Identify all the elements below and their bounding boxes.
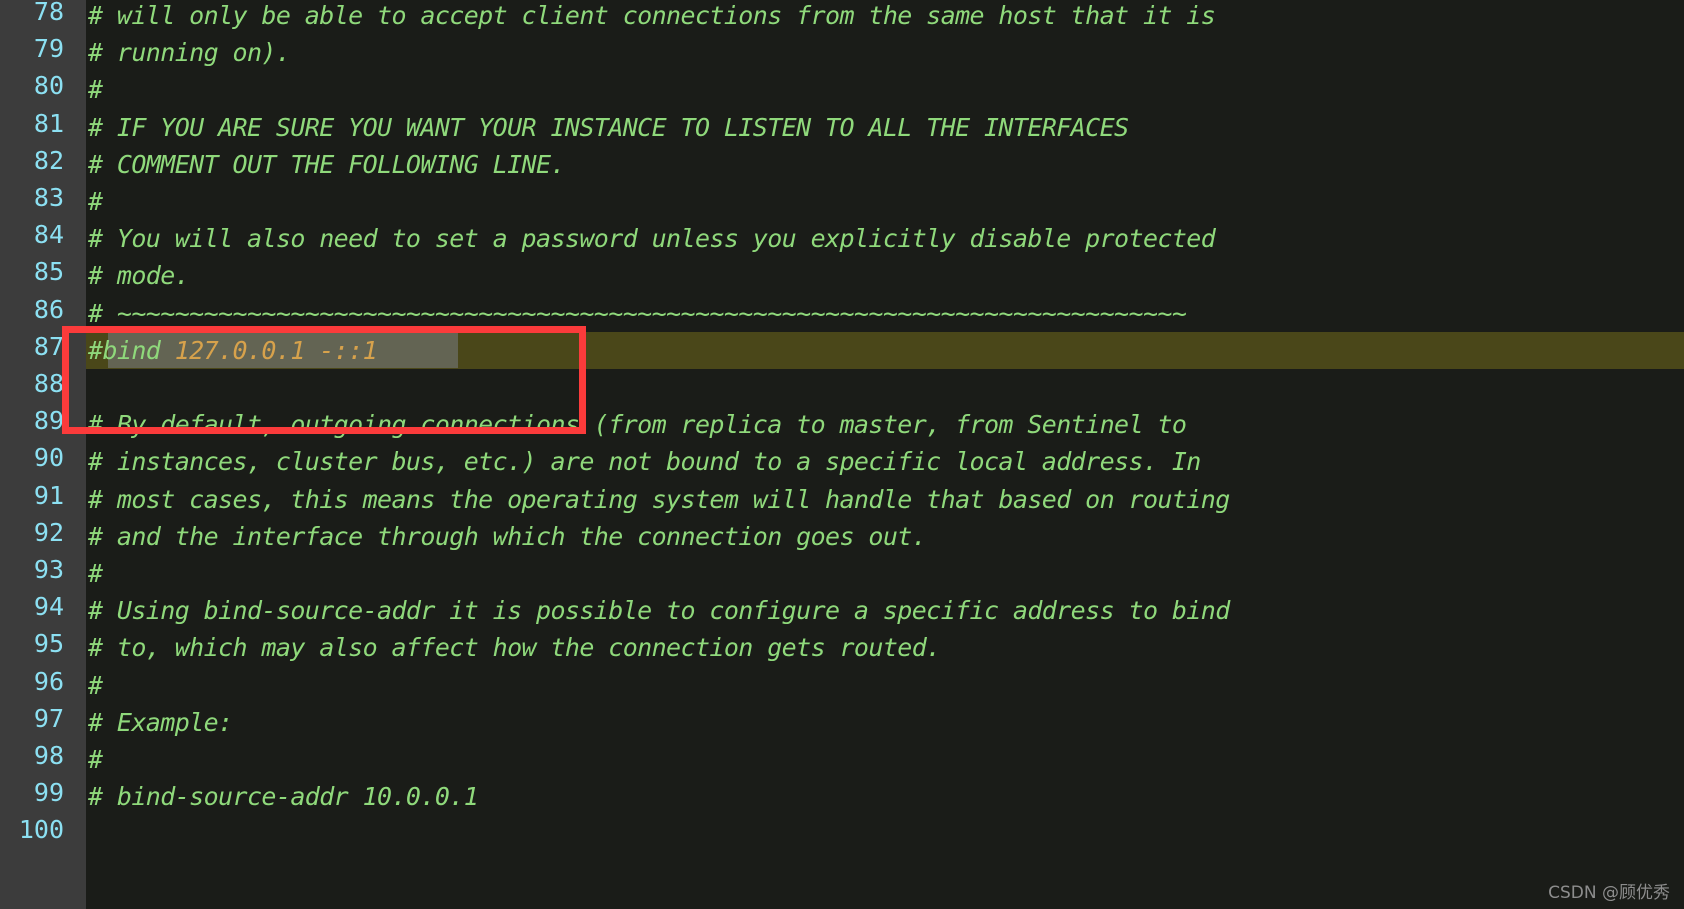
code-line[interactable]: # running on). (0, 34, 1684, 71)
code-line-text: # most cases, this means the operating s… (88, 484, 1230, 514)
code-line-text: # (88, 187, 103, 216)
line-number: 85 (33, 257, 64, 287)
line-number: 82 (33, 145, 64, 175)
line-number: 86 (33, 294, 64, 324)
code-line-text: # (88, 745, 103, 774)
line-number: 81 (33, 108, 64, 138)
code-line-text: # By default, outgoing connections (from… (88, 410, 1187, 440)
code-line-text: # IF YOU ARE SURE YOU WANT YOUR INSTANCE… (88, 112, 1129, 142)
line-number: 92 (33, 517, 64, 547)
line-number: 91 (33, 480, 64, 510)
code-line-text: # and the interface through which the co… (88, 521, 927, 551)
line-number: 87 (33, 331, 64, 361)
line-number: 99 (33, 778, 64, 808)
code-line[interactable] (0, 369, 1684, 406)
code-line[interactable]: # (0, 667, 1684, 704)
code-surface[interactable]: # will only be able to accept client con… (0, 0, 1684, 909)
code-line[interactable]: # most cases, this means the operating s… (0, 481, 1684, 518)
code-line-text: # (88, 559, 103, 588)
line-number: 98 (33, 741, 64, 770)
line-number: 95 (33, 629, 64, 659)
code-line[interactable]: # Using bind-source-addr it is possible … (0, 592, 1684, 629)
line-number-gutter: 78 79 80 81 82 83 84 85 86 87 88 89 90 91 92 93 94 95 96 97… (0, 0, 86, 909)
code-line[interactable]: # (0, 555, 1684, 592)
code-line[interactable]: # IF YOU ARE SURE YOU WANT YOUR INSTANCE… (0, 109, 1684, 146)
code-line[interactable]: # and the interface through which the co… (0, 518, 1684, 555)
line-number: 89 (33, 406, 64, 436)
line-number: 97 (33, 703, 64, 733)
code-line-text: # Example: (88, 707, 233, 737)
code-line-text: # mode. (88, 261, 190, 291)
code-line-text: # (88, 670, 103, 700)
line-number: 88 (33, 369, 64, 398)
code-line-text: # COMMENT OUT THE FOLLOWING LINE. (88, 149, 566, 179)
code-line[interactable]: # bind-source-addr 10.0.0.1 (0, 778, 1684, 815)
code-editor[interactable]: 78 79 80 81 82 83 84 85 86 87 88 89 90 91 92 93 94 95 96 97… (0, 0, 1684, 909)
code-line[interactable]: # COMMENT OUT THE FOLLOWING LINE. (0, 146, 1684, 183)
code-line[interactable]: # instances, cluster bus, etc.) are not … (0, 443, 1684, 480)
code-line-text: # You will also need to set a password u… (88, 224, 1216, 254)
line-number: 83 (33, 183, 64, 212)
code-line-text: # ~~~~~~~~~~~~~~~~~~~~~~~~~~~~~~~~~~~~~~… (88, 298, 1187, 328)
bind-value-token: 127.0.0.1 -::1 (174, 335, 378, 365)
code-line-text: # running on). (88, 38, 291, 68)
code-line[interactable]: # (0, 741, 1684, 778)
code-line-text: # (88, 75, 103, 105)
csdn-watermark: CSDN @顾优秀 (1548, 883, 1670, 903)
code-line[interactable]: # You will also need to set a password u… (0, 220, 1684, 257)
line-number: 84 (33, 220, 64, 250)
token-separator (160, 336, 174, 365)
line-number: 100 (18, 815, 64, 845)
code-line[interactable]: # (0, 183, 1684, 220)
code-line[interactable]: # By default, outgoing connections (from… (0, 406, 1684, 443)
line-number: 79 (33, 34, 64, 64)
code-line-text: # to, which may also affect how the conn… (88, 633, 941, 663)
code-line[interactable]: # will only be able to accept client con… (0, 0, 1684, 34)
line-number: 96 (33, 666, 64, 696)
bind-directive-token: #bind (88, 335, 161, 365)
code-line-text: #bind 127.0.0.1 -::1 (88, 332, 378, 369)
code-line-text: # bind-source-addr 10.0.0.1 (88, 782, 479, 812)
line-number: 90 (33, 443, 64, 473)
code-line-text: # instances, cluster bus, etc.) are not … (88, 447, 1201, 477)
code-line-text: # will only be able to accept client con… (88, 1, 1216, 30)
code-line[interactable]: # ~~~~~~~~~~~~~~~~~~~~~~~~~~~~~~~~~~~~~~… (0, 295, 1684, 332)
line-number: 78 (33, 0, 64, 26)
line-number: 93 (33, 555, 64, 584)
line-number: 94 (33, 592, 64, 622)
code-line-text: # Using bind-source-addr it is possible … (88, 596, 1230, 626)
code-line[interactable]: # to, which may also affect how the conn… (0, 629, 1684, 666)
code-line[interactable]: #bind 127.0.0.1 -::1 (0, 331, 1684, 369)
line-number: 80 (33, 71, 64, 101)
code-line[interactable]: # Example: (0, 704, 1684, 741)
code-line[interactable]: # mode. (0, 257, 1684, 294)
code-line[interactable] (0, 815, 1684, 852)
code-line[interactable]: # (0, 71, 1684, 108)
